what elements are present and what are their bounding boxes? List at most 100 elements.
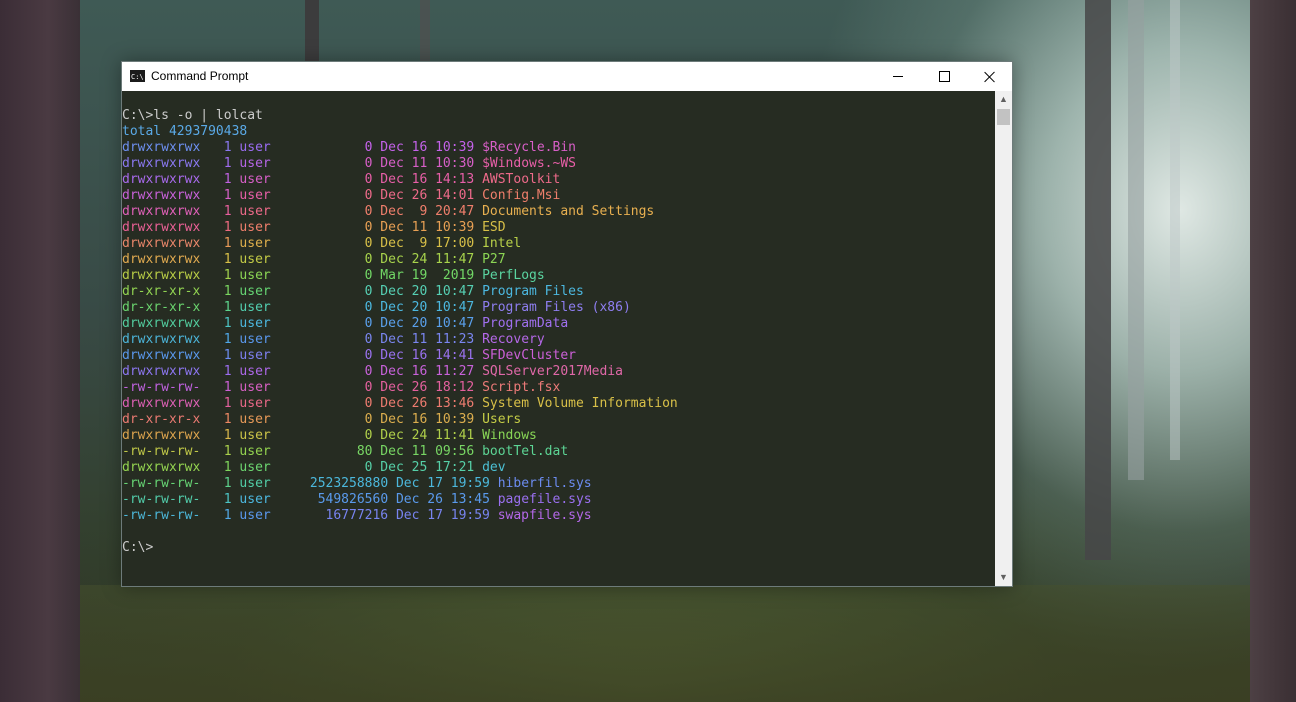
console-text-segment: -rw-rw-rw-	[122, 444, 201, 459]
console-text-segment: AWSToolkit	[482, 172, 561, 187]
console-text-segment: 1	[200, 508, 240, 523]
close-button[interactable]	[967, 62, 1013, 91]
console-text-segment: -rw-rw-rw-	[122, 476, 201, 491]
console-text-segment: SFDevCluster	[482, 348, 576, 363]
console-text-segment: 1	[200, 412, 240, 427]
console-text-segment: user	[239, 172, 365, 187]
minimize-button[interactable]	[875, 62, 921, 91]
console-line: dr-xr-xr-x 1 user 0 Dec 20 10:47 Program…	[122, 284, 678, 300]
console-text-segment: Documents and Settings	[482, 204, 655, 219]
console-text-segment: user	[239, 204, 365, 219]
maximize-icon	[938, 71, 950, 82]
console-line: drwxrwxrwx 1 user 0 Dec 16 11:27 SQLServ…	[122, 364, 678, 380]
console-text-segment: 1	[200, 236, 240, 251]
console-text-segment: 0 Dec 26 14:01	[364, 188, 483, 203]
console-text-segment: 2523258880 Dec 17 19:59	[309, 476, 498, 491]
console-text-segment: user	[239, 252, 365, 267]
console-line: drwxrwxrwx 1 user 0 Dec 26 13:46 System …	[122, 396, 678, 412]
scrollbar-thumb[interactable]	[997, 109, 1010, 125]
window-title: Command Prompt	[151, 69, 249, 83]
console-text-segment: 1	[200, 252, 240, 267]
console-text-segment: -rw-rw-rw-	[122, 492, 201, 507]
console-line: drwxrwxrwx 1 user 0 Dec 24 11:41 Windows	[122, 428, 678, 444]
console-text-segment: 1	[200, 316, 240, 331]
console-text-segment: user	[239, 348, 365, 363]
console-text-segment: user	[239, 220, 365, 235]
console-text-segment: user	[239, 156, 365, 171]
console-text-segment: drwxrwxrwx	[122, 460, 201, 475]
console-text-segment: 0 Dec 11 10:39	[364, 220, 483, 235]
console-line: drwxrwxrwx 1 user 0 Dec 25 17:21 dev	[122, 460, 678, 476]
console-text-segment: user	[239, 284, 365, 299]
console-line: dr-xr-xr-x 1 user 0 Dec 20 10:47 Program…	[122, 300, 678, 316]
console-text-segment: user	[239, 364, 365, 379]
background-forest-floor	[80, 585, 1250, 702]
console-text-segment: 0 Dec 20 10:47	[364, 300, 483, 315]
console-text-segment: C:\>ls -o | lolcat	[122, 108, 263, 123]
console-text-segment: -rw-rw-rw-	[122, 508, 201, 523]
console-line: drwxrwxrwx 1 user 0 Dec 11 10:30 $Window…	[122, 156, 678, 172]
console-line: dr-xr-xr-x 1 user 0 Dec 16 10:39 Users	[122, 412, 678, 428]
console-line: -rw-rw-rw- 1 user 80 Dec 11 09:56 bootTe…	[122, 444, 678, 460]
console-text-segment: 0 Dec 16 11:27	[364, 364, 483, 379]
console-text-segment: 0 Dec 25 17:21	[364, 460, 483, 475]
background-tree-trunk	[1085, 0, 1111, 560]
title-bar[interactable]: C:\. Command Prompt	[122, 62, 1012, 91]
console-text-segment: drwxrwxrwx	[122, 332, 201, 347]
close-icon	[984, 71, 996, 83]
console-line: drwxrwxrwx 1 user 0 Dec 20 10:47 Program…	[122, 316, 678, 332]
console-line: -rw-rw-rw- 1 user 0 Dec 26 18:12 Script.…	[122, 380, 678, 396]
console-text-segment: 1	[200, 188, 240, 203]
console-line: total 4293790438	[122, 124, 678, 140]
console-text-segment: user	[239, 236, 365, 251]
console-text-segment: 1	[200, 364, 240, 379]
console-text-segment: 1	[200, 444, 240, 459]
chevron-down-icon[interactable]: ▼	[995, 569, 1012, 586]
console-text-segment: 0 Dec 9 20:47	[364, 204, 483, 219]
console-line: drwxrwxrwx 1 user 0 Dec 9 20:47 Document…	[122, 204, 678, 220]
console-text-segment: SQLServer2017Media	[482, 364, 623, 379]
console-text-segment: 1	[200, 348, 240, 363]
background-tree-trunk	[305, 0, 319, 70]
console-text-segment: 0 Dec 24 11:47	[364, 252, 483, 267]
console-text-segment: 1	[200, 300, 240, 315]
console-text-segment: 0 Dec 11 10:30	[364, 156, 483, 171]
console-text-segment: 1	[200, 156, 240, 171]
vertical-scrollbar[interactable]: ▲ ▼	[995, 91, 1012, 586]
console-text-segment: PerfLogs	[482, 268, 545, 283]
console-text-segment: drwxrwxrwx	[122, 140, 201, 155]
console-text-segment: 0 Dec 20 10:47	[364, 284, 483, 299]
console-text-segment: 1	[200, 492, 240, 507]
console-text-segment: drwxrwxrwx	[122, 172, 201, 187]
console-text-segment: 1	[200, 140, 240, 155]
console-text-segment: 0 Mar 19 2019	[364, 268, 483, 283]
background-tree-trunk	[1250, 0, 1296, 702]
console-text-segment: drwxrwxrwx	[122, 236, 201, 251]
console-text-segment: drwxrwxrwx	[122, 220, 201, 235]
console-text-segment: 1	[200, 476, 240, 491]
console-text-segment: user	[239, 396, 365, 411]
console-text-segment: Script.fsx	[482, 380, 561, 395]
maximize-button[interactable]	[921, 62, 967, 91]
background-tree-trunk	[420, 0, 430, 70]
console-line: drwxrwxrwx 1 user 0 Dec 24 11:47 P27	[122, 252, 678, 268]
console-output[interactable]: C:\>ls -o | lolcat total 4293790438 drwxrw…	[122, 91, 995, 586]
console-text-segment: 0 Dec 16 14:13	[364, 172, 483, 187]
console-text-segment: 1	[200, 380, 240, 395]
console-text-segment: 1	[200, 204, 240, 219]
console-text-segment: drwxrwxrwx	[122, 204, 201, 219]
console-text-segment: total 4293790438	[122, 124, 248, 139]
console-text-segment: 0 Dec 9 17:00	[364, 236, 483, 251]
console-text-segment: 16777216 Dec 17 19:59	[325, 508, 498, 523]
console-text-segment: drwxrwxrwx	[122, 188, 201, 203]
console-text-segment: user	[239, 476, 310, 491]
console-text-segment: -rw-rw-rw-	[122, 380, 201, 395]
console-text-segment: drwxrwxrwx	[122, 396, 201, 411]
console-text-segment: System Volume Information	[482, 396, 678, 411]
console-text-segment: user	[239, 188, 365, 203]
console-line: -rw-rw-rw- 1 user 549826560 Dec 26 13:45…	[122, 492, 678, 508]
console-line: drwxrwxrwx 1 user 0 Dec 9 17:00 Intel	[122, 236, 678, 252]
console-line: drwxrwxrwx 1 user 0 Dec 16 14:13 AWSTool…	[122, 172, 678, 188]
chevron-up-icon[interactable]: ▲	[995, 91, 1012, 108]
